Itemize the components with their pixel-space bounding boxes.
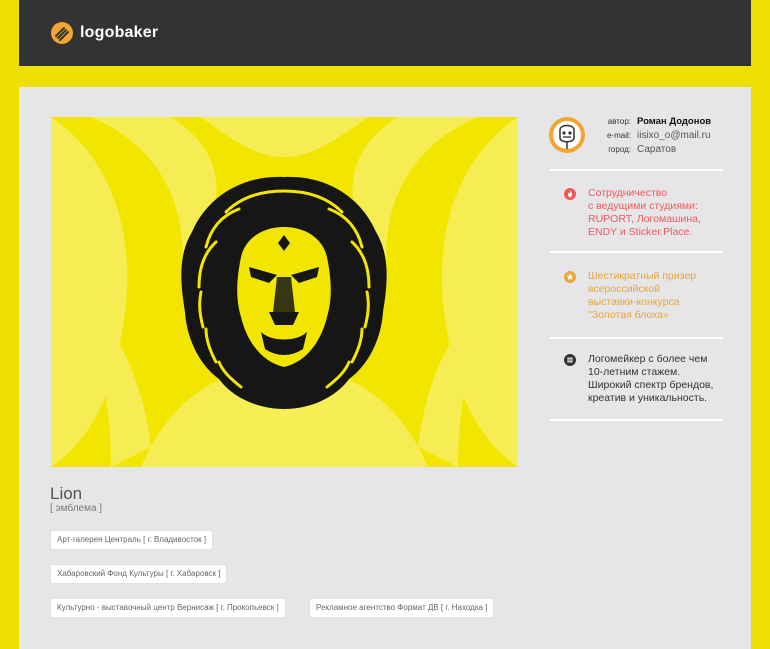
- list-icon: [564, 354, 576, 366]
- work-title: Lion: [50, 484, 83, 503]
- work-panel: Lion [ эмблема ] Арт-галерея Централь [ …: [19, 87, 751, 649]
- highlight-line: выставки-конкурса: [588, 296, 680, 308]
- highlight-line: Сотрудничество: [588, 187, 668, 199]
- highlight-line: "Золотая блоха»: [588, 309, 669, 321]
- divider: [550, 419, 723, 421]
- author-city: Саратов: [637, 144, 677, 155]
- highlight-line: всероссийской: [588, 283, 661, 295]
- client-tag[interactable]: Рекламное агентство Формат ДВ [ г. Наход…: [310, 599, 494, 617]
- highlight-line: креатив и уникальность.: [588, 392, 708, 404]
- highlight-award: Шестикратный призер всероссийской выстав…: [564, 270, 733, 322]
- author-info: автор: Роман Додонов e-mail: iisixo_o@ma…: [591, 116, 711, 158]
- author-name[interactable]: Роман Додонов: [637, 116, 711, 127]
- author-label: автор:: [607, 117, 631, 126]
- author-avatar[interactable]: [548, 116, 586, 154]
- client-tag[interactable]: Культурно - выставочный центр Вернисаж […: [51, 599, 285, 617]
- highlight-line: с ведущими студиями:: [588, 200, 698, 212]
- divider: [550, 169, 723, 171]
- top-header: logobaker: [19, 0, 751, 66]
- brand-logo-link[interactable]: logobaker: [50, 21, 158, 45]
- highlight-line: RUPORT, Логомашина,: [588, 213, 701, 225]
- highlight-line: 10-летним стажем.: [588, 366, 681, 378]
- city-label: город:: [608, 145, 631, 154]
- logobaker-logo-icon: [51, 22, 73, 44]
- brand-name: logobaker: [80, 24, 159, 41]
- highlight-line: Шестикратный призер: [588, 270, 697, 282]
- highlight-experience: Логомейкер с более чем 10-летним стажем.…: [564, 353, 733, 405]
- client-tag[interactable]: Хабаровский Фонд Культуры [ г. Хабаровск…: [51, 565, 227, 583]
- highlight-line: Логомейкер с более чем: [588, 353, 708, 365]
- fire-icon: [564, 188, 576, 200]
- author-email[interactable]: iisixo_o@mail.ru: [637, 130, 711, 141]
- lion-artwork-image[interactable]: [51, 117, 518, 467]
- divider: [550, 251, 723, 253]
- email-label: e-mail:: [606, 131, 631, 140]
- divider: [550, 337, 723, 339]
- work-category: [ эмблема ]: [50, 503, 103, 514]
- highlight-line: ENDY и Sticker.Place.: [588, 226, 693, 238]
- highlight-collaboration: Сотрудничество с ведущими студиями: RUPO…: [564, 187, 733, 239]
- star-icon: [564, 271, 576, 283]
- highlight-line: Широкий спектр брендов,: [588, 379, 714, 391]
- client-tag[interactable]: Арт-галерея Централь [ г. Владивосток ]: [51, 531, 213, 549]
